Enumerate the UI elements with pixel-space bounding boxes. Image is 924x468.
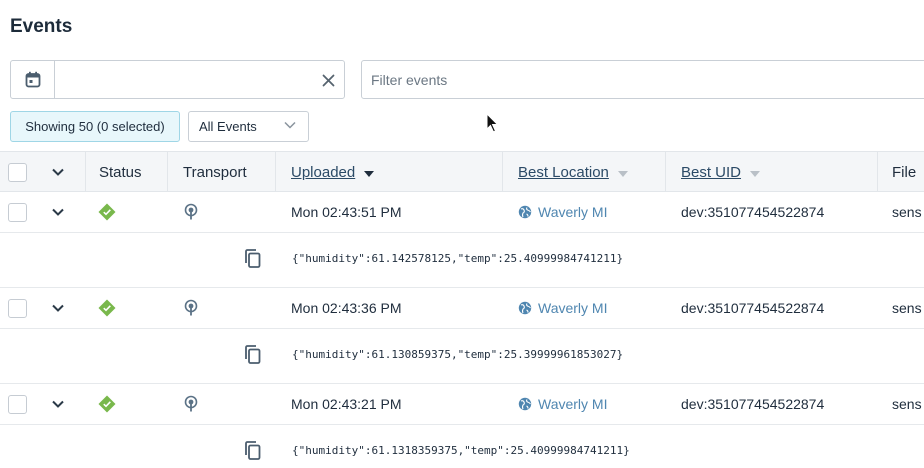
table-row[interactable]: Mon 02:43:36 PM Waverly MI dev:351077454… (0, 288, 924, 329)
sort-desc-icon[interactable] (364, 164, 375, 181)
table-header: Status Transport Uploaded Best Location … (0, 151, 924, 192)
close-icon (322, 74, 335, 87)
chevron-down-icon (284, 121, 296, 129)
file-name: sens (892, 396, 922, 412)
table-row[interactable]: Mon 02:43:51 PM Waverly MI dev:351077454… (0, 192, 924, 233)
cellular-icon (183, 192, 199, 232)
best-location-link[interactable]: Waverly MI (518, 288, 607, 328)
copy-icon[interactable] (244, 345, 261, 364)
file-name: sens (892, 300, 922, 316)
date-input[interactable] (55, 61, 305, 98)
column-best-uid-label[interactable]: Best UID (681, 164, 741, 181)
globe-icon (518, 301, 532, 315)
globe-icon (518, 205, 532, 219)
sort-icon[interactable] (617, 164, 628, 181)
event-payload: {"humidity":61.130859375,"temp":25.39999… (292, 348, 624, 361)
uploaded-time: Mon 02:43:36 PM (291, 300, 402, 316)
selection-count-badge: Showing 50 (0 selected) (10, 111, 180, 142)
expand-all-toggle[interactable] (52, 152, 64, 192)
column-best-uid[interactable]: Best UID (681, 152, 761, 192)
row-expand-toggle[interactable] (52, 288, 64, 328)
calendar-button[interactable] (11, 61, 55, 98)
cellular-icon (183, 384, 199, 424)
uploaded-time: Mon 02:43:21 PM (291, 396, 402, 412)
row-checkbox[interactable] (8, 288, 27, 328)
column-best-location[interactable]: Best Location (518, 152, 628, 192)
copy-icon[interactable] (244, 441, 261, 460)
event-payload: {"humidity":61.1318359375,"temp":25.4099… (292, 444, 630, 457)
row-detail: {"humidity":61.142578125,"temp":25.40999… (0, 233, 924, 288)
clear-date-button[interactable] (318, 70, 338, 90)
best-location-text[interactable]: Waverly MI (538, 300, 607, 316)
status-ok-icon (98, 288, 116, 328)
status-ok-icon (98, 192, 116, 232)
best-location-link[interactable]: Waverly MI (518, 192, 607, 232)
row-expand-toggle[interactable] (52, 384, 64, 424)
globe-icon (518, 397, 532, 411)
row-expand-toggle[interactable] (52, 192, 64, 232)
column-transport: Transport (183, 163, 247, 181)
events-type-select[interactable]: All Events (188, 111, 309, 142)
date-range-picker[interactable] (10, 60, 345, 99)
chevron-down-icon (52, 400, 64, 408)
copy-icon[interactable] (244, 249, 261, 268)
events-type-select-value: All Events (199, 119, 257, 134)
best-location-text[interactable]: Waverly MI (538, 204, 607, 220)
calendar-icon (25, 71, 41, 88)
cursor-icon (486, 112, 499, 138)
row-detail: {"humidity":61.130859375,"temp":25.39999… (0, 329, 924, 384)
column-status: Status (99, 163, 142, 181)
row-detail: {"humidity":61.1318359375,"temp":25.4099… (0, 425, 924, 468)
column-uploaded-label[interactable]: Uploaded (291, 164, 355, 181)
column-best-location-label[interactable]: Best Location (518, 164, 609, 181)
best-location-text[interactable]: Waverly MI (538, 396, 607, 412)
chevron-down-icon (52, 168, 64, 176)
best-uid: dev:351077454522874 (681, 300, 825, 316)
filter-events-input[interactable] (362, 61, 924, 98)
uploaded-time: Mon 02:43:51 PM (291, 204, 402, 220)
table-row[interactable]: Mon 02:43:21 PM Waverly MI dev:351077454… (0, 384, 924, 425)
events-table: Status Transport Uploaded Best Location … (0, 151, 924, 468)
sort-icon[interactable] (750, 164, 761, 181)
filter-events-field[interactable] (361, 60, 924, 99)
row-checkbox[interactable] (8, 384, 27, 424)
chevron-down-icon (52, 208, 64, 216)
best-uid: dev:351077454522874 (681, 396, 825, 412)
event-payload: {"humidity":61.142578125,"temp":25.40999… (292, 252, 624, 265)
chevron-down-icon (52, 304, 64, 312)
column-file: File (892, 163, 917, 181)
column-uploaded[interactable]: Uploaded (291, 152, 375, 192)
page-title: Events (10, 16, 73, 37)
best-location-link[interactable]: Waverly MI (518, 384, 607, 424)
select-all-checkbox[interactable] (8, 152, 27, 192)
file-name: sens (892, 204, 922, 220)
best-uid: dev:351077454522874 (681, 204, 825, 220)
table-body: Mon 02:43:51 PM Waverly MI dev:351077454… (0, 192, 924, 468)
status-ok-icon (98, 384, 116, 424)
row-checkbox[interactable] (8, 192, 27, 232)
cellular-icon (183, 288, 199, 328)
